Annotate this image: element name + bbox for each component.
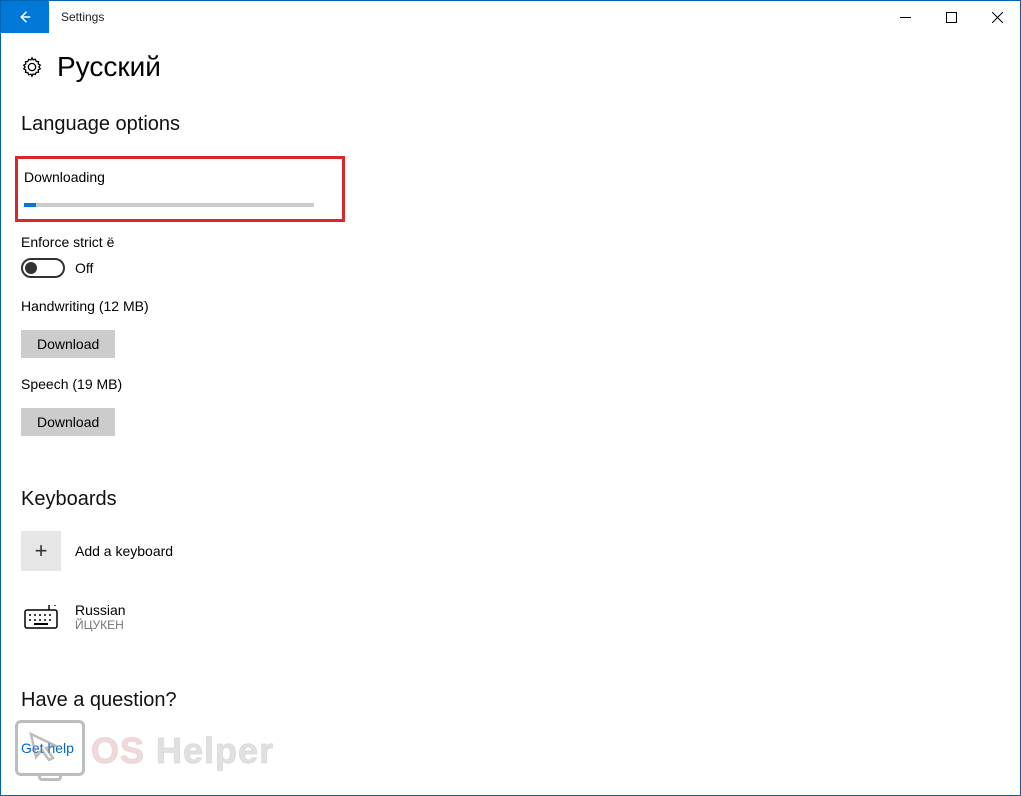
help-heading: Have a question? [21,689,1000,712]
settings-window: Settings Русский Language options Downlo [0,0,1021,796]
maximize-button[interactable] [928,1,974,33]
plus-icon: + [21,531,61,571]
get-help-link[interactable]: Get help [21,740,74,756]
maximize-icon [946,12,957,23]
speech-download-button[interactable]: Download [21,408,115,436]
window-controls [882,1,1020,33]
title-bar: Settings [1,1,1020,33]
handwriting-label: Handwriting (12 MB) [21,298,1000,314]
keyboard-item[interactable]: Russian ЙЦУКЕН [21,597,1000,637]
handwriting-feature: Handwriting (12 MB) Download [21,298,1000,358]
page-title: Русский [57,51,161,83]
close-icon [992,12,1003,23]
keyboards-section: Keyboards + Add a keyboard Russian [21,488,1000,637]
keyboard-icon [21,597,61,637]
speech-label: Speech (19 MB) [21,376,1000,392]
arrow-left-icon [16,8,34,26]
download-progress [24,203,314,207]
back-button[interactable] [1,1,49,33]
downloading-block: Downloading [15,156,345,222]
minimize-button[interactable] [882,1,928,33]
enforce-strict-toggle[interactable] [21,258,65,278]
window-title: Settings [49,1,116,33]
download-progress-bar [24,203,36,207]
add-keyboard-button[interactable]: + Add a keyboard [21,531,1000,571]
page-header: Русский [21,51,1000,83]
downloading-label: Downloading [24,169,330,185]
handwriting-download-button[interactable]: Download [21,330,115,358]
content-area: Русский Language options Downloading Enf… [1,33,1020,756]
keyboards-heading: Keyboards [21,488,1000,511]
gear-icon [21,56,43,78]
enforce-strict-label: Enforce strict ё [21,234,1000,250]
minimize-icon [900,12,911,23]
keyboard-layout: ЙЦУКЕН [75,618,126,632]
speech-feature: Speech (19 MB) Download [21,376,1000,436]
help-section: Have a question? Get help [21,689,1000,756]
close-button[interactable] [974,1,1020,33]
language-options-heading: Language options [21,113,1000,136]
toggle-state-label: Off [75,260,93,276]
toggle-knob [25,262,37,274]
keyboard-name: Russian [75,602,126,618]
add-keyboard-label: Add a keyboard [75,543,173,559]
